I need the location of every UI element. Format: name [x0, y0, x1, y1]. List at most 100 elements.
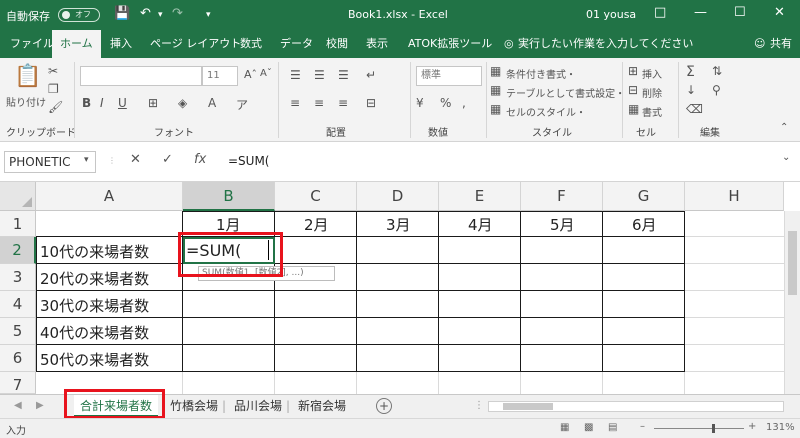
table-format-button[interactable]: テーブルとして書式設定・: [506, 85, 625, 100]
worksheet-grid[interactable]: A B C D E F G H 1 2 3 4 5 6 7 1月 2月 3月 4…: [0, 182, 800, 394]
name-box[interactable]: PHONETIC: [4, 151, 96, 173]
clear-icon[interactable]: ⌫: [686, 102, 703, 116]
row-header-5[interactable]: 5: [0, 318, 36, 345]
row-header-6[interactable]: 6: [0, 345, 36, 372]
cell-e1[interactable]: 4月: [468, 214, 493, 235]
number-format-box[interactable]: 標準: [416, 66, 482, 86]
font-color-icon[interactable]: A: [208, 96, 216, 110]
fill-color-icon[interactable]: ◈: [178, 96, 187, 110]
tab-split-handle-icon[interactable]: ⋮: [474, 395, 484, 417]
align-right-icon[interactable]: ≡: [338, 96, 348, 110]
tab-review[interactable]: 校閲: [326, 30, 348, 58]
cell-c1[interactable]: 2月: [304, 214, 329, 235]
tell-me-input[interactable]: 実行したい作業を入力してください: [518, 30, 693, 58]
undo-icon[interactable]: ↶: [140, 6, 151, 21]
collapse-ribbon-icon[interactable]: ⌃: [780, 122, 788, 133]
ribbon-display-icon[interactable]: □: [654, 5, 666, 20]
cell-a5[interactable]: 40代の来場者数: [40, 322, 149, 343]
add-sheet-icon[interactable]: +: [376, 398, 392, 414]
autosave-toggle[interactable]: オフ: [58, 8, 100, 22]
column-header-e[interactable]: E: [439, 182, 521, 211]
zoom-slider[interactable]: [654, 428, 744, 429]
cell-d1[interactable]: 3月: [386, 214, 411, 235]
column-header-f[interactable]: F: [521, 182, 603, 211]
page-break-view-icon[interactable]: ▤: [608, 422, 617, 433]
formula-input[interactable]: =SUM(: [228, 154, 270, 168]
select-all-corner[interactable]: [0, 182, 36, 211]
undo-dropdown-icon[interactable]: ▾: [158, 10, 163, 20]
tab-atok[interactable]: ATOK拡張ツール: [408, 30, 492, 58]
minimize-icon[interactable]: —: [694, 5, 707, 20]
share-button[interactable]: 共有: [770, 30, 792, 58]
column-header-g[interactable]: G: [603, 182, 685, 211]
row-header-3[interactable]: 3: [0, 264, 36, 291]
merge-center-icon[interactable]: ⊟: [366, 96, 376, 110]
cell-a6[interactable]: 50代の来場者数: [40, 349, 149, 370]
column-header-a[interactable]: A: [36, 182, 183, 211]
cell-a3[interactable]: 20代の来場者数: [40, 268, 149, 289]
align-center-icon[interactable]: ≡: [314, 96, 324, 110]
comma-icon[interactable]: ,: [462, 96, 466, 110]
redo-icon[interactable]: ↷: [172, 6, 183, 21]
cell-f1[interactable]: 5月: [550, 214, 575, 235]
percent-icon[interactable]: %: [440, 96, 451, 110]
cell-style-button[interactable]: セルのスタイル・: [506, 104, 586, 119]
row-header-7[interactable]: 7: [0, 372, 36, 394]
customize-icon[interactable]: ▾: [206, 10, 211, 20]
underline-button[interactable]: U: [118, 96, 127, 110]
expand-formula-icon[interactable]: ⌄: [782, 152, 790, 163]
insert-cells-button[interactable]: 挿入: [642, 66, 662, 81]
currency-icon[interactable]: ¥: [416, 96, 424, 110]
enter-icon[interactable]: ✓: [162, 152, 173, 167]
find-icon[interactable]: ⚲: [712, 83, 721, 97]
column-header-b[interactable]: B: [183, 182, 275, 211]
close-icon[interactable]: ✕: [774, 5, 785, 20]
tab-insert[interactable]: 挿入: [110, 30, 132, 58]
row-header-1[interactable]: 1: [0, 211, 36, 237]
align-top-icon[interactable]: ☰: [290, 68, 301, 82]
conditional-format-button[interactable]: 条件付き書式・: [506, 66, 576, 81]
font-name-box[interactable]: [80, 66, 202, 86]
zoom-level[interactable]: 131%: [766, 422, 795, 433]
vertical-scrollbar[interactable]: [784, 211, 800, 394]
align-middle-icon[interactable]: ☰: [314, 68, 325, 82]
cut-icon[interactable]: ✂: [48, 64, 58, 78]
copy-icon[interactable]: ❐: [48, 82, 59, 96]
column-header-d[interactable]: D: [357, 182, 439, 211]
cell-a2[interactable]: 10代の来場者数: [40, 241, 149, 262]
horizontal-scrollbar[interactable]: [488, 401, 784, 412]
tab-file[interactable]: ファイル: [10, 30, 54, 58]
row-header-4[interactable]: 4: [0, 291, 36, 318]
shrink-font-icon[interactable]: Aˇ: [260, 68, 272, 79]
column-header-c[interactable]: C: [275, 182, 357, 211]
tab-view[interactable]: 表示: [366, 30, 388, 58]
grow-font-icon[interactable]: Aˆ: [244, 68, 257, 81]
cell-a4[interactable]: 30代の来場者数: [40, 295, 149, 316]
delete-cells-button[interactable]: 削除: [642, 85, 662, 100]
paste-button[interactable]: 貼り付け: [6, 94, 46, 109]
cancel-icon[interactable]: ✕: [130, 152, 141, 167]
format-cells-button[interactable]: 書式: [642, 104, 662, 119]
zoom-in-icon[interactable]: +: [748, 421, 756, 432]
cell-g1[interactable]: 6月: [632, 214, 657, 235]
format-painter-icon[interactable]: 🖌: [48, 100, 63, 114]
sort-filter-icon[interactable]: ⇅: [712, 64, 722, 78]
zoom-out-icon[interactable]: –: [640, 421, 645, 432]
maximize-icon[interactable]: ☐: [734, 5, 746, 20]
fill-icon[interactable]: ↓: [686, 83, 696, 97]
sheet-tab-shinagawa[interactable]: 品川会場: [234, 395, 282, 417]
sheet-tab-takebashi[interactable]: 竹橋会場: [170, 395, 218, 417]
page-layout-view-icon[interactable]: ▩: [584, 422, 593, 433]
zoom-slider-thumb[interactable]: [712, 424, 715, 433]
tab-page-layout[interactable]: ページ レイアウト: [150, 30, 241, 58]
sheet-tab-shinjuku[interactable]: 新宿会場: [298, 395, 346, 417]
next-sheet-icon[interactable]: ▶: [36, 395, 44, 417]
tab-data[interactable]: データ: [280, 30, 313, 58]
normal-view-icon[interactable]: ▦: [560, 422, 569, 433]
italic-button[interactable]: I: [100, 96, 104, 110]
align-bottom-icon[interactable]: ☰: [338, 68, 349, 82]
name-box-dropdown-icon[interactable]: ▾: [84, 155, 89, 165]
font-size-box[interactable]: 11: [202, 66, 238, 86]
wrap-text-icon[interactable]: ↵: [366, 68, 376, 82]
user-name[interactable]: 01 yousa: [586, 8, 636, 21]
